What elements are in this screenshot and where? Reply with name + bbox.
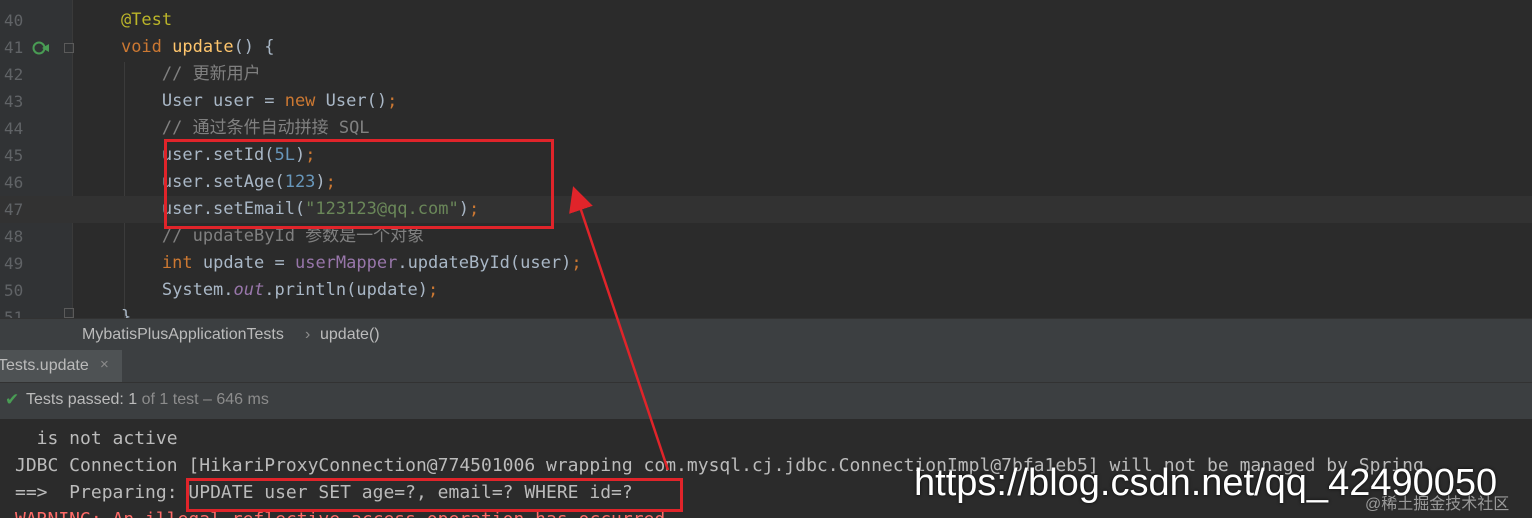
code-line[interactable]: 50 System.out.println(update); xyxy=(0,277,1532,304)
line-number: 44 xyxy=(4,119,24,138)
code-text: void update() { xyxy=(120,37,275,57)
line-number: 48 xyxy=(4,227,24,246)
check-icon: ✔ xyxy=(5,390,20,409)
code-text: // 通过条件自动拼接 SQL xyxy=(161,118,370,138)
line-number: 40 xyxy=(4,11,24,30)
run-test-icon[interactable] xyxy=(32,39,50,57)
line-number: 49 xyxy=(4,254,24,273)
fold-marker-icon[interactable] xyxy=(64,43,74,53)
code-text: int update = userMapper.updateById(user)… xyxy=(161,253,582,273)
tab-label: Tests.update xyxy=(0,357,89,374)
code-line[interactable]: 40 @Test xyxy=(0,7,1532,34)
fold-marker-icon[interactable] xyxy=(64,308,74,318)
test-status-bar: ✔ Tests passed: 1 of 1 test – 646 ms xyxy=(0,383,1532,420)
line-number: 50 xyxy=(4,281,24,300)
breadcrumb-separator: › xyxy=(305,326,311,343)
line-number: 46 xyxy=(4,173,24,192)
watermark-sub: @稀土掘金技术社区 xyxy=(1365,496,1510,513)
code-text: } xyxy=(80,307,132,318)
passed-count: 1 xyxy=(128,391,138,408)
code-line[interactable]: 49 int update = userMapper.updateById(us… xyxy=(0,250,1532,277)
close-icon[interactable]: × xyxy=(100,356,109,373)
code-line[interactable]: 43 User user = new User(); xyxy=(0,88,1532,115)
line-number: 42 xyxy=(4,65,24,84)
passed-label: Tests passed: xyxy=(26,391,129,408)
code-line[interactable]: 42 // 更新用户 xyxy=(0,61,1532,88)
breadcrumb-class[interactable]: MybatisPlusApplicationTests xyxy=(82,326,284,344)
code-line[interactable]: 44 // 通过条件自动拼接 SQL xyxy=(0,115,1532,142)
breadcrumb: MybatisPlusApplicationTests › update() xyxy=(0,318,1532,351)
console-line: is not active xyxy=(15,428,178,449)
code-text: // 更新用户 xyxy=(161,64,261,84)
breadcrumb-method[interactable]: update() xyxy=(320,326,380,344)
code-line[interactable]: 51 } xyxy=(0,304,1532,318)
line-number: 45 xyxy=(4,146,24,165)
tab-tests-update[interactable]: Tests.update × xyxy=(0,350,122,382)
code-line[interactable]: 41 void update() { xyxy=(0,34,1532,61)
run-toolwindow-tabs: Tests.update × xyxy=(0,350,1532,383)
code-text: System.out.println(update); xyxy=(80,280,439,300)
line-number: 51 xyxy=(4,308,24,318)
tests-passed-text: Tests passed: 1 of 1 test – 646 ms xyxy=(26,391,269,409)
line-number: 47 xyxy=(4,200,24,219)
code-text: User user = new User(); xyxy=(80,91,398,111)
test-summary: of 1 test – 646 ms xyxy=(137,391,269,408)
highlight-box-sql xyxy=(186,478,683,512)
line-number: 41 xyxy=(4,38,24,57)
code-text: @Test xyxy=(120,10,173,30)
code-editor[interactable]: 40 @Test 41 void update() {42 // 更新用户 43 U… xyxy=(0,0,1532,318)
line-number: 43 xyxy=(4,92,24,111)
highlight-box-setters xyxy=(164,139,554,229)
